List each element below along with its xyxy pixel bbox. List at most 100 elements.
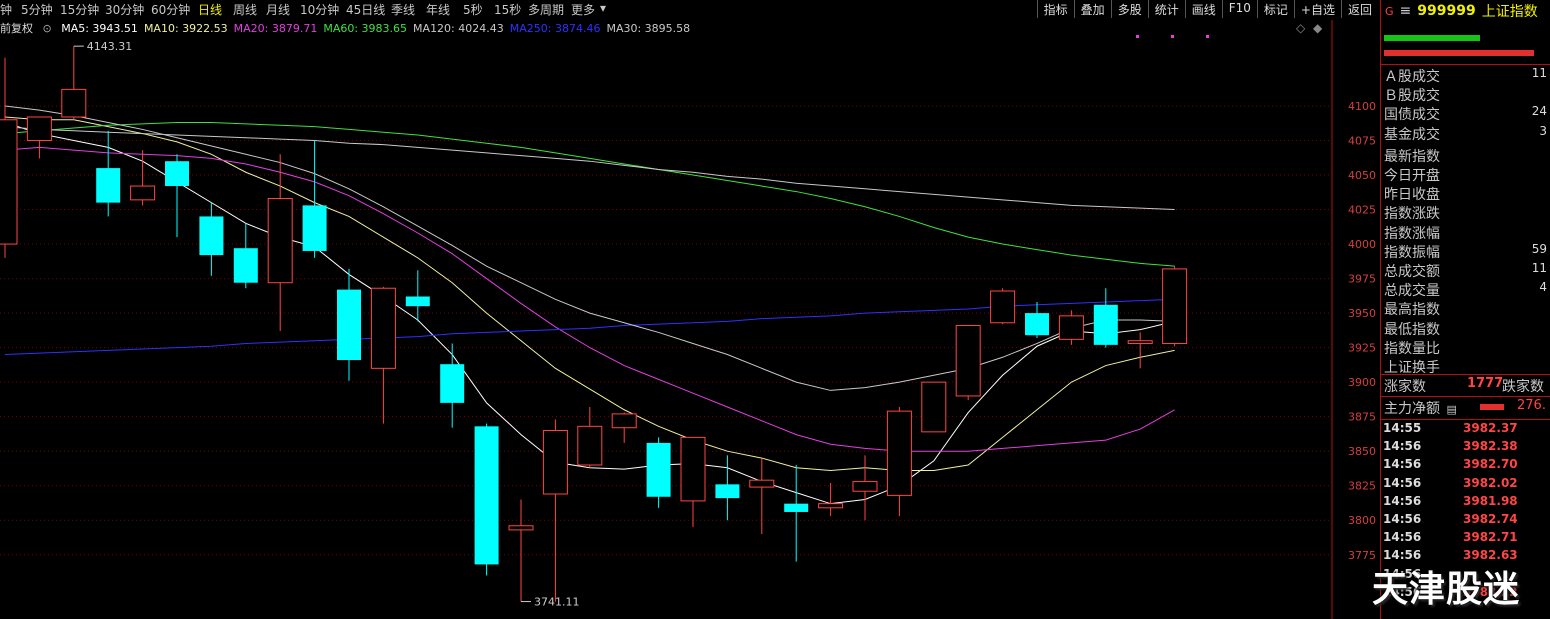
signal-marker xyxy=(1171,35,1174,38)
ma-legend: 前复权 ⊙ MA5: 3943.51 MA10: 3922.53 MA20: 387… xyxy=(0,20,702,36)
trade-tick-row: 14:56 3981.98 xyxy=(1383,494,1518,508)
tick-price: 3982.02 xyxy=(1463,475,1518,490)
candle-body xyxy=(474,426,499,565)
toolbar-button[interactable]: +自选 xyxy=(1293,0,1341,18)
quote-row: 指数涨幅 xyxy=(1384,223,1549,243)
quote-row: 最高指数 xyxy=(1384,299,1549,319)
y-tick-label: 3800 xyxy=(1348,514,1376,527)
candle-body xyxy=(646,442,671,497)
period-tab[interactable]: 多周期 xyxy=(528,1,564,18)
quote-row: 指数振幅 59 xyxy=(1384,242,1549,262)
candle-body xyxy=(990,290,1016,324)
quote-label: 最低指数 xyxy=(1384,321,1440,338)
quote-label: Ａ股成交 xyxy=(1384,69,1440,85)
advancers-count: 1777 xyxy=(1467,376,1504,391)
tick-time: 14:56 xyxy=(1383,512,1422,526)
chart-toggle-icon[interactable]: ▤ xyxy=(1446,403,1456,416)
quote-label: 指数量比 xyxy=(1384,340,1440,357)
ma-legend-item: MA5: 3943.51 xyxy=(61,22,138,35)
candlestick-chart[interactable]: 3775380038253850387539003925395039754000… xyxy=(0,0,1380,619)
period-tab[interactable]: 15秒 xyxy=(494,1,521,18)
trade-tick-row: 14:56 3982.02 xyxy=(1383,476,1518,490)
candle-body xyxy=(921,381,947,433)
diamond-icon: ◇ xyxy=(1296,21,1306,35)
period-tab[interactable]: 更多 xyxy=(571,1,595,18)
period-tab[interactable]: 30分钟 xyxy=(105,1,144,18)
more-chevron-icon[interactable]: ▾ xyxy=(600,1,606,15)
quote-label: 指数涨跌 xyxy=(1384,206,1440,223)
toolbar-button[interactable]: 画线 xyxy=(1184,0,1222,18)
main-force-bar xyxy=(1480,404,1504,410)
trade-tick-row: 14:56 3982.38 xyxy=(1383,439,1518,454)
period-tab[interactable]: 5秒 xyxy=(463,1,483,18)
toolbar-button[interactable]: 指标 xyxy=(1036,0,1074,18)
y-tick-label: 3925 xyxy=(1348,342,1376,355)
candle-body xyxy=(440,364,465,403)
diamond-icon: ◆ xyxy=(1313,21,1323,35)
watermark: 天津股迷 xyxy=(1372,569,1521,610)
annotation-label: 3741.11 xyxy=(534,596,580,609)
period-tab[interactable]: 45日线 xyxy=(346,1,385,18)
candle-body xyxy=(233,248,258,283)
y-tick-label: 4050 xyxy=(1348,169,1376,182)
ma-legend-item: MA20: 3879.71 xyxy=(233,22,318,35)
trade-tick-row: 14:56 3982.70 xyxy=(1383,457,1518,471)
candle-body xyxy=(715,484,740,499)
quote-row: 指数量比 xyxy=(1384,338,1549,358)
y-tick-label: 3875 xyxy=(1348,411,1376,424)
menu-icon[interactable]: ≡ xyxy=(1400,3,1412,19)
quote-label: 基金成交 xyxy=(1384,126,1440,143)
toolbar-button[interactable]: 叠加 xyxy=(1073,0,1111,18)
tick-time: 14:56 xyxy=(1383,439,1422,454)
chart-toolbar: 指标 叠加 多股 统计 画线 F10 标记 +自选 返回 xyxy=(1036,0,1378,18)
toolbar-button[interactable]: 多股 xyxy=(1110,0,1148,18)
quote-value: 4 xyxy=(1539,280,1547,295)
period-tab[interactable]: 季线 xyxy=(391,1,415,18)
period-tab[interactable]: 钟 xyxy=(0,1,12,18)
candle-body xyxy=(886,410,912,496)
candle-body xyxy=(955,325,981,397)
period-tab[interactable]: 15分钟 xyxy=(60,1,99,18)
candle-body xyxy=(302,205,327,251)
y-tick-label: 3850 xyxy=(1348,445,1376,458)
candle-body xyxy=(165,161,189,187)
tick-price: 3982.71 xyxy=(1463,530,1518,545)
quote-row: 今日开盘 xyxy=(1384,165,1549,185)
quote-panel: G ≡ 999999 上证指数 Ａ股成交 11 Ｂ股成交 国债成交 24 基金成交 3 最新指… xyxy=(1380,0,1550,619)
signal-marker xyxy=(1136,35,1139,38)
quote-label: 总成交额 xyxy=(1384,264,1440,280)
quote-value: 59 xyxy=(1531,241,1547,256)
quote-label: Ｂ股成交 xyxy=(1384,88,1440,105)
quote-label: 指数涨幅 xyxy=(1384,225,1440,242)
toolbar-button[interactable]: F10 xyxy=(1221,0,1257,18)
y-tick-label: 4025 xyxy=(1348,204,1376,217)
period-tab[interactable]: 年线 xyxy=(426,1,450,18)
quote-row: Ａ股成交 11 xyxy=(1384,66,1549,86)
quote-header: G ≡ 999999 上证指数 xyxy=(1381,0,1550,22)
period-tab[interactable]: 日线 xyxy=(198,1,222,18)
annotation-label: 4143.31 xyxy=(87,40,133,53)
candle-body xyxy=(370,287,396,369)
period-tab[interactable]: 周线 xyxy=(233,1,257,18)
index-code: 999999 xyxy=(1417,3,1476,19)
toolbar-button[interactable]: 统计 xyxy=(1147,0,1185,18)
ma-line xyxy=(4,122,1175,267)
candle-body xyxy=(0,119,18,245)
quote-label: 总成交量 xyxy=(1384,283,1440,300)
settings-icon[interactable]: ⊙ xyxy=(43,22,52,35)
adjust-mode-label[interactable]: 前复权 xyxy=(0,22,33,35)
quote-value: 11 xyxy=(1531,261,1547,275)
period-tab[interactable]: 5分钟 xyxy=(21,1,53,18)
period-tab[interactable]: 月线 xyxy=(266,1,290,18)
toolbar-button[interactable]: 返回 xyxy=(1340,0,1378,18)
tick-time: 14:55 xyxy=(1383,421,1422,435)
period-tab[interactable]: 10分钟 xyxy=(300,1,339,18)
candle-body xyxy=(749,479,775,488)
candle-body xyxy=(1058,315,1084,340)
quote-label: 最新指数 xyxy=(1384,148,1440,165)
signal-marker xyxy=(1206,35,1209,38)
ma-legend-item: MA250: 3874.46 xyxy=(509,22,601,35)
tick-price: 3982.38 xyxy=(1463,439,1518,454)
period-tab[interactable]: 60分钟 xyxy=(151,1,190,18)
toolbar-button[interactable]: 标记 xyxy=(1256,0,1294,18)
